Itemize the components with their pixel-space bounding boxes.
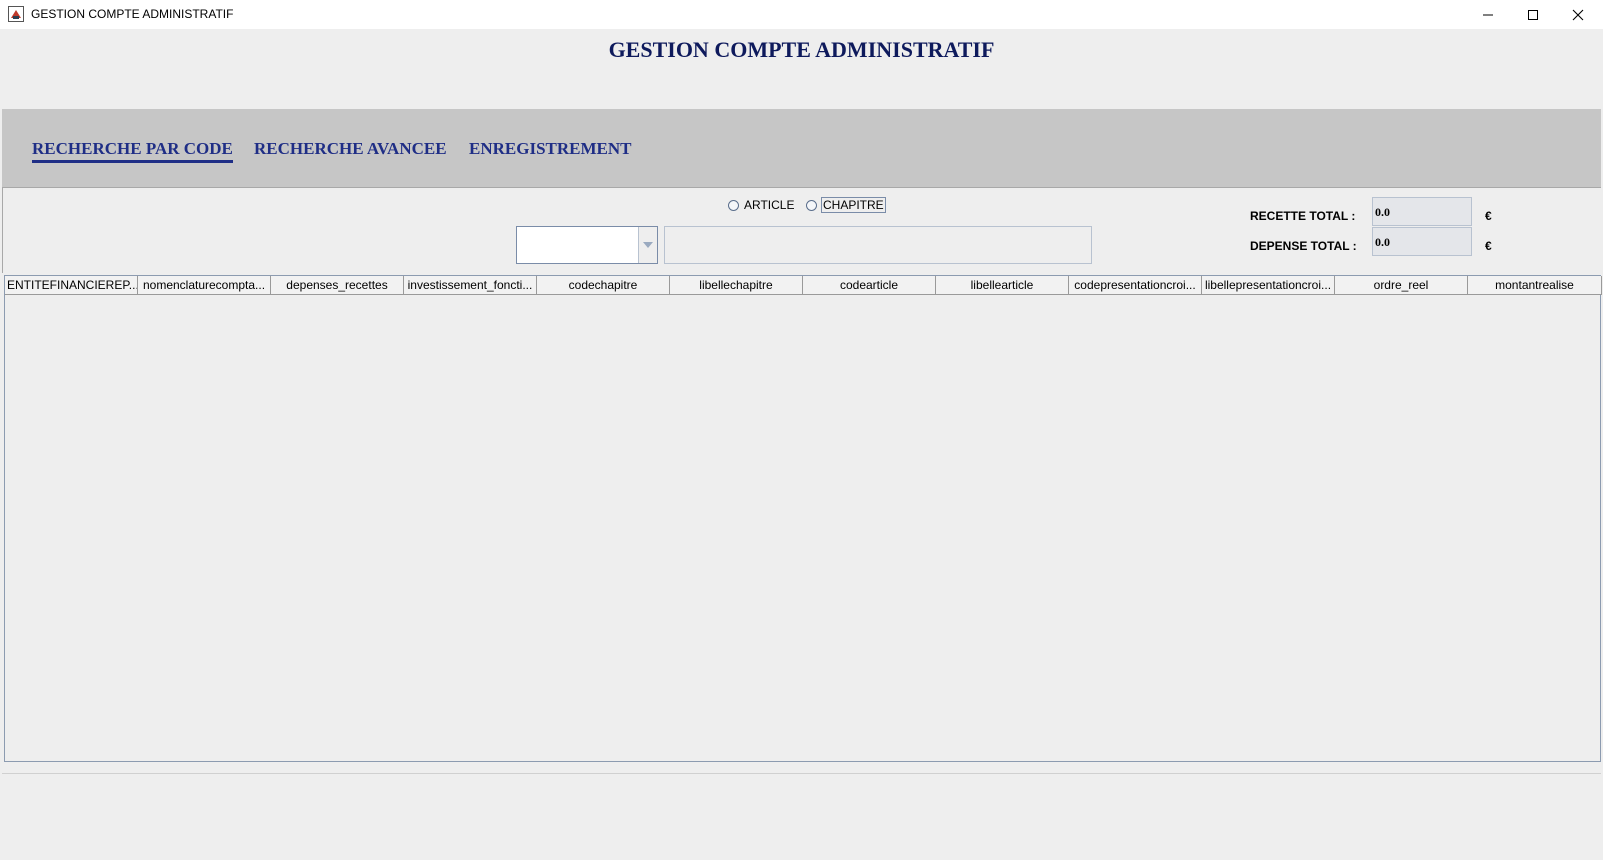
table-header: ENTITEFINANCIEREP... nomenclaturecompta.…	[5, 276, 1602, 296]
minimize-button[interactable]	[1465, 0, 1511, 29]
column-header[interactable]: codepresentationcroi...	[1069, 276, 1202, 295]
maximize-button[interactable]	[1510, 0, 1556, 29]
recette-currency: €	[1485, 209, 1492, 223]
column-header[interactable]: libellearticle	[936, 276, 1069, 295]
java-app-icon	[8, 6, 24, 22]
results-table[interactable]: ENTITEFINANCIEREP... nomenclaturecompta.…	[4, 275, 1602, 762]
radio-chapitre-option[interactable]: CHAPITRE	[806, 197, 886, 213]
window-title: GESTION COMPTE ADMINISTRATIF	[31, 7, 234, 21]
depense-total-label: DEPENSE TOTAL :	[1250, 239, 1357, 253]
column-header[interactable]: investissement_foncti...	[404, 276, 537, 295]
search-form: ARTICLE CHAPITRE RECETTE TOTAL : 0.0 € D…	[2, 187, 1601, 273]
radio-chapitre[interactable]	[806, 199, 817, 211]
tab-bar: RECHERCHE PAR CODE RECHERCHE AVANCEE ENR…	[2, 109, 1601, 187]
main-content: GESTION COMPTE ADMINISTRATIF RECHERCHE P…	[2, 29, 1602, 860]
radio-chapitre-label: CHAPITRE	[821, 197, 886, 213]
column-header[interactable]: montantrealise	[1468, 276, 1602, 295]
column-header[interactable]: codechapitre	[537, 276, 670, 295]
tab-recherche-par-code[interactable]: RECHERCHE PAR CODE	[32, 139, 233, 163]
column-header[interactable]: ordre_reel	[1335, 276, 1468, 295]
close-button[interactable]	[1555, 0, 1601, 29]
tab-enregistrement[interactable]: ENREGISTREMENT	[469, 139, 631, 159]
radio-article[interactable]	[728, 199, 739, 211]
column-header[interactable]: libellechapitre	[670, 276, 803, 295]
tab-recherche-avancee[interactable]: RECHERCHE AVANCEE	[254, 139, 447, 159]
depense-total-field: 0.0	[1372, 227, 1472, 256]
maximize-icon	[1528, 9, 1538, 20]
depense-currency: €	[1485, 239, 1492, 253]
combo-dropdown-button[interactable]	[638, 227, 657, 263]
chevron-down-icon	[643, 242, 653, 248]
search-text-field[interactable]	[664, 226, 1092, 264]
radio-article-label: ARTICLE	[744, 198, 795, 212]
code-combobox[interactable]	[516, 226, 658, 264]
column-header[interactable]: codearticle	[803, 276, 936, 295]
app-header: GESTION COMPTE ADMINISTRATIF	[2, 29, 1601, 109]
bottom-panel	[2, 773, 1601, 860]
minimize-icon	[1483, 14, 1493, 15]
recette-total-label: RECETTE TOTAL :	[1250, 209, 1356, 223]
column-header[interactable]: libellepresentationcroi...	[1202, 276, 1335, 295]
column-header[interactable]: ENTITEFINANCIEREP...	[5, 276, 138, 295]
column-header[interactable]: depenses_recettes	[271, 276, 404, 295]
close-icon	[1572, 9, 1584, 20]
window-titlebar: GESTION COMPTE ADMINISTRATIF	[0, 0, 1603, 29]
column-header[interactable]: nomenclaturecompta...	[138, 276, 271, 295]
recette-total-field: 0.0	[1372, 197, 1472, 226]
radio-article-option[interactable]: ARTICLE	[728, 198, 794, 212]
page-title: GESTION COMPTE ADMINISTRATIF	[608, 37, 995, 62]
